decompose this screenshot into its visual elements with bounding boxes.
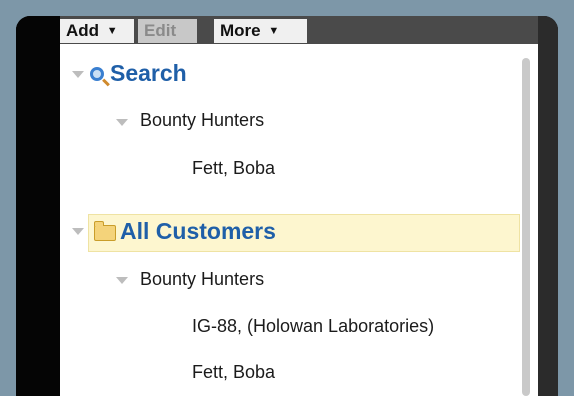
edit-button-label: Edit [144,21,177,40]
expand-triangle-icon[interactable] [116,119,128,126]
add-button[interactable]: Add ▼ [60,19,134,43]
chevron-down-icon: ▼ [106,25,118,37]
more-button[interactable]: More ▼ [214,19,307,43]
expand-triangle-icon[interactable] [72,228,84,235]
tree-node-customer[interactable]: Fett, Boba [192,158,275,179]
tree-node-customer[interactable]: Fett, Boba [192,362,275,383]
expand-triangle-icon[interactable] [116,277,128,284]
tree-node-search[interactable]: Search [110,60,187,87]
window-frame: Add ▼ Edit More ▼ Search Bounty Hunters … [0,0,574,396]
vertical-scrollbar[interactable] [522,58,530,396]
tree-node-customer[interactable]: IG-88, (Holowan Laboratories) [192,316,434,337]
tree-node-all-customers[interactable]: All Customers [120,218,276,245]
edit-button[interactable]: Edit [138,19,197,43]
tree-node-group[interactable]: Bounty Hunters [140,269,264,290]
chevron-down-icon: ▼ [268,25,280,37]
search-icon [90,67,104,81]
customer-tree: Search Bounty Hunters Fett, Boba All Cus… [60,44,538,396]
left-border [16,16,60,396]
folder-icon [94,221,116,241]
tree-node-group[interactable]: Bounty Hunters [140,110,264,131]
toolbar: Add ▼ Edit More ▼ [60,16,538,44]
right-border [538,16,558,396]
add-button-label: Add [66,21,100,40]
more-button-label: More [220,21,261,40]
expand-triangle-icon[interactable] [72,71,84,78]
customer-tree-panel: Add ▼ Edit More ▼ Search Bounty Hunters … [16,16,558,396]
